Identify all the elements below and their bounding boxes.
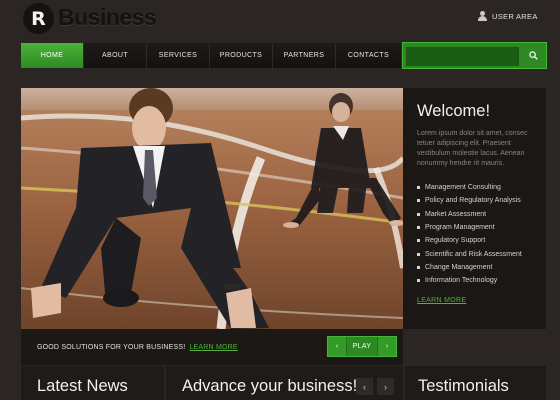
chevron-right-icon: › [385, 343, 389, 350]
nav-item-products[interactable]: PRODUCTS [210, 43, 273, 68]
slider-controls: ‹ PLAY › [327, 336, 397, 357]
chevron-left-icon: ‹ [335, 343, 339, 350]
service-label: Information Technology [425, 277, 498, 285]
search-box [402, 42, 547, 69]
bullet-icon [417, 279, 420, 283]
service-item[interactable]: Change Management [417, 261, 532, 274]
services-list: Management Consulting Policy and Regulat… [417, 181, 532, 287]
service-label: Scientific and Risk Assessment [425, 250, 522, 258]
search-button[interactable] [524, 46, 543, 65]
testimonials-heading: Testimonials [418, 377, 509, 395]
slider-prev-button[interactable]: ‹ [328, 337, 346, 356]
welcome-learn-more-link[interactable]: LEARN MORE [417, 297, 466, 304]
chevron-right-icon: › [384, 381, 387, 392]
bullet-icon [417, 199, 420, 203]
nav-item-home[interactable]: HOME [21, 43, 84, 68]
user-icon [478, 11, 487, 21]
hero-image [21, 88, 403, 329]
slider-next-button[interactable]: › [378, 337, 396, 356]
nav-item-about[interactable]: ABOUT [84, 43, 147, 68]
slogan-learn-more-link[interactable]: LEARN MORE [189, 344, 237, 351]
advance-next-button[interactable]: › [377, 378, 394, 395]
latest-news-heading: Latest News [37, 377, 128, 395]
service-label: Management Consulting [425, 184, 501, 192]
user-area-link[interactable]: USER AREA [478, 11, 538, 21]
search-icon [529, 51, 538, 60]
slogan-text: GOOD SOLUTIONS FOR YOUR BUSINESS! [37, 343, 186, 351]
advance-prev-button[interactable]: ‹ [356, 378, 373, 395]
logo-badge[interactable]: R [23, 3, 54, 34]
service-label: Program Management [425, 224, 495, 232]
chevron-left-icon: ‹ [363, 381, 366, 392]
welcome-text: Lorem ipsum dolor sit amet, consec tetue… [417, 130, 528, 167]
welcome-title: Welcome! [417, 102, 491, 120]
service-item[interactable]: Information Technology [417, 274, 532, 287]
bullet-icon [417, 252, 420, 256]
bullet-icon [417, 212, 420, 216]
logo-text[interactable]: Business [58, 4, 157, 31]
main-nav: HOME ABOUT SERVICES PRODUCTS PARTNERS CO… [21, 43, 401, 68]
slider-play-button[interactable]: PLAY [346, 337, 378, 356]
search-input[interactable] [406, 47, 519, 66]
testimonials-section: Testimonials [405, 366, 546, 400]
service-label: Market Assessment [425, 210, 487, 218]
welcome-panel: Welcome! Lorem ipsum dolor sit amet, con… [403, 88, 546, 329]
nav-item-contacts[interactable]: CONTACTS [336, 43, 401, 68]
service-item[interactable]: Scientific and Risk Assessment [417, 247, 532, 260]
service-item[interactable]: Management Consulting [417, 181, 532, 194]
user-area-label: USER AREA [492, 11, 538, 21]
service-label: Change Management [425, 263, 493, 271]
service-item[interactable]: Regulatory Support [417, 234, 532, 247]
bullet-icon [417, 186, 420, 190]
service-label: Regulatory Support [425, 237, 486, 245]
bullet-icon [417, 239, 420, 243]
nav-item-services[interactable]: SERVICES [147, 43, 210, 68]
hero-illustration [21, 88, 403, 329]
bullet-icon [417, 226, 420, 230]
bullet-icon [417, 265, 420, 269]
advance-heading: Advance your business! [182, 377, 358, 395]
nav-item-partners[interactable]: PARTNERS [273, 43, 336, 68]
latest-news-section: Latest News [21, 366, 164, 400]
service-item[interactable]: Market Assessment [417, 208, 532, 221]
service-label: Policy and Regulatory Analysis [425, 197, 521, 205]
service-item[interactable]: Policy and Regulatory Analysis [417, 194, 532, 207]
service-item[interactable]: Program Management [417, 221, 532, 234]
